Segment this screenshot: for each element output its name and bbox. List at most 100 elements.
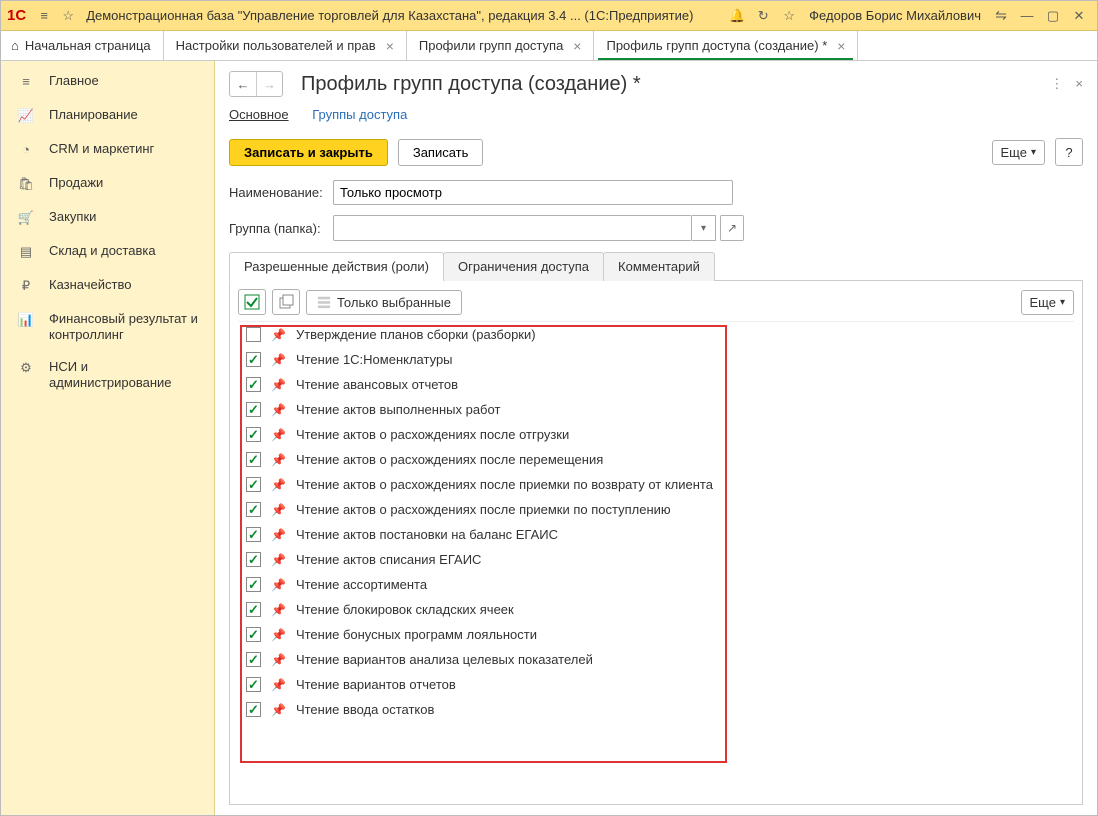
user-name[interactable]: Федоров Борис Михайлович (809, 8, 981, 23)
key-icon: 📌 (271, 703, 286, 717)
role-row[interactable]: ✓ 📌 Чтение ввода остатков (238, 697, 1074, 722)
options-icon[interactable]: ⇋ (989, 4, 1013, 28)
role-checkbox[interactable]: ✓ (246, 552, 261, 567)
key-icon: 📌 (271, 628, 286, 642)
content-close-icon[interactable]: × (1075, 76, 1083, 92)
role-row[interactable]: ✓📌Чтение актов о расхождениях после пере… (238, 447, 1074, 472)
key-icon: 📌 (271, 603, 286, 617)
subnav: Основное Группы доступа (229, 107, 1083, 122)
roles-more-button[interactable]: Еще▾ (1021, 290, 1074, 315)
label-name: Наименование: (229, 185, 325, 200)
role-label: Чтение ассортимента (296, 577, 427, 592)
sidebar-item-admin[interactable]: ⚙НСИ и администрирование (1, 351, 214, 399)
key-icon: 📌 (271, 528, 286, 542)
maximize-icon[interactable]: ▢ (1041, 4, 1065, 28)
role-checkbox[interactable]: ✓ (246, 527, 261, 542)
sidebar-item-sales[interactable]: 🛍Продажи (1, 167, 214, 201)
tab-access-profiles[interactable]: Профили групп доступа × (407, 31, 595, 60)
role-checkbox[interactable]: ✓ (246, 452, 261, 467)
save-button[interactable]: Записать (398, 139, 484, 166)
group-input[interactable] (333, 215, 692, 241)
bell-icon[interactable]: 🔔 (725, 4, 749, 28)
role-label: Чтение ввода остатков (296, 702, 434, 717)
key-icon: 📌 (271, 578, 286, 592)
nav-forward-button[interactable]: → (256, 72, 282, 96)
role-row[interactable]: ✓ 📌 Чтение ассортимента (238, 572, 1074, 597)
help-button[interactable]: ? (1055, 138, 1083, 166)
only-selected-button[interactable]: Только выбранные (306, 290, 462, 315)
sidebar-item-treasury[interactable]: ₽Казначейство (1, 269, 214, 303)
role-label: Чтение бонусных программ лояльности (296, 627, 537, 642)
subtab-roles[interactable]: Разрешенные действия (роли) (229, 252, 444, 281)
menu-icon[interactable]: ≡ (32, 4, 56, 28)
role-row[interactable]: 📌Утверждение планов сборки (разборки) (238, 322, 1074, 347)
nav-back-button[interactable]: ← (230, 72, 256, 96)
role-row[interactable]: ✓📌Чтение авансовых отчетов (238, 372, 1074, 397)
role-checkbox[interactable]: ✓ (246, 427, 261, 442)
tab-close-icon[interactable]: × (837, 38, 845, 54)
favorite-icon[interactable]: ☆ (777, 4, 801, 28)
role-row[interactable]: ✓📌Чтение блокировок складских ячеек (238, 597, 1074, 622)
treasury-icon: ₽ (17, 277, 35, 295)
save-close-button[interactable]: Записать и закрыть (229, 139, 388, 166)
role-row[interactable]: ✓📌Чтение актов о расхождениях после прие… (238, 497, 1074, 522)
tab-home[interactable]: ⌂ Начальная страница (1, 31, 164, 60)
role-checkbox[interactable] (246, 327, 261, 342)
role-checkbox[interactable]: ✓ (246, 502, 261, 517)
key-icon: 📌 (271, 428, 286, 442)
check-all-button[interactable] (238, 289, 266, 315)
tab-user-settings[interactable]: Настройки пользователей и прав × (164, 31, 407, 60)
role-row[interactable]: ✓📌Чтение актов выполненных работ (238, 397, 1074, 422)
group-dropdown-button[interactable]: ▾ (692, 215, 716, 241)
roles-list[interactable]: 📌Утверждение планов сборки (разборки)✓📌Ч… (238, 321, 1074, 796)
planning-icon: 📈 (17, 107, 35, 125)
history-icon[interactable]: ↻ (751, 4, 775, 28)
role-row[interactable]: ✓📌Чтение актов о расхождениях после отгр… (238, 422, 1074, 447)
uncheck-all-button[interactable] (272, 289, 300, 315)
tab-close-icon[interactable]: × (573, 38, 581, 54)
role-checkbox[interactable]: ✓ (246, 627, 261, 642)
role-label: Чтение актов о расхождениях после приемк… (296, 477, 713, 492)
subtab-comment[interactable]: Комментарий (603, 252, 715, 281)
sidebar-item-main[interactable]: ≡Главное (1, 65, 214, 99)
sidebar-item-purchases[interactable]: 🛒Закупки (1, 201, 214, 235)
role-label: Чтение актов выполненных работ (296, 402, 500, 417)
label-group: Группа (папка): (229, 221, 325, 236)
role-checkbox[interactable]: ✓ (246, 702, 261, 717)
group-open-button[interactable]: ↗ (720, 215, 744, 241)
subnav-groups[interactable]: Группы доступа (312, 107, 407, 122)
role-checkbox[interactable]: ✓ (246, 377, 261, 392)
role-checkbox[interactable]: ✓ (246, 652, 261, 667)
page-title: Профиль групп доступа (создание) * (301, 73, 641, 96)
sidebar-item-warehouse[interactable]: ▤Склад и доставка (1, 235, 214, 269)
role-row[interactable]: ✓📌Чтение 1С:Номенклатуры (238, 347, 1074, 372)
nav-buttons: ← → (229, 71, 283, 97)
role-row[interactable]: ✓📌Чтение вариантов анализа целевых показ… (238, 647, 1074, 672)
key-icon: 📌 (271, 553, 286, 567)
role-row[interactable]: ✓ 📌 Чтение бонусных программ лояльности (238, 622, 1074, 647)
subtab-restrictions[interactable]: Ограничения доступа (443, 252, 604, 281)
key-icon: 📌 (271, 378, 286, 392)
kebab-icon[interactable]: ⋮ (1050, 76, 1063, 92)
role-row[interactable]: ✓📌Чтение вариантов отчетов (238, 672, 1074, 697)
role-row[interactable]: ✓📌Чтение актов о расхождениях после прие… (238, 472, 1074, 497)
role-row[interactable]: ✓📌Чтение актов постановки на баланс ЕГАИ… (238, 522, 1074, 547)
role-checkbox[interactable]: ✓ (246, 477, 261, 492)
role-checkbox[interactable]: ✓ (246, 577, 261, 592)
role-checkbox[interactable]: ✓ (246, 602, 261, 617)
role-checkbox[interactable]: ✓ (246, 677, 261, 692)
role-checkbox[interactable]: ✓ (246, 402, 261, 417)
minimize-icon[interactable]: — (1015, 4, 1039, 28)
star-icon[interactable]: ☆ (56, 4, 80, 28)
role-row[interactable]: ✓📌Чтение актов списания ЕГАИС (238, 547, 1074, 572)
tab-profile-create[interactable]: Профиль групп доступа (создание) * × (594, 31, 858, 60)
sidebar-item-crm[interactable]: ◔CRM и маркетинг (1, 133, 214, 167)
name-input[interactable] (333, 180, 733, 205)
more-button[interactable]: Еще▾ (992, 140, 1045, 165)
close-icon[interactable]: ✕ (1067, 4, 1091, 28)
role-checkbox[interactable]: ✓ (246, 352, 261, 367)
tab-close-icon[interactable]: × (386, 38, 394, 54)
sidebar-item-planning[interactable]: 📈Планирование (1, 99, 214, 133)
subnav-main[interactable]: Основное (229, 107, 289, 122)
sidebar-item-finance[interactable]: 📊Финансовый результат и контроллинг (1, 303, 214, 351)
